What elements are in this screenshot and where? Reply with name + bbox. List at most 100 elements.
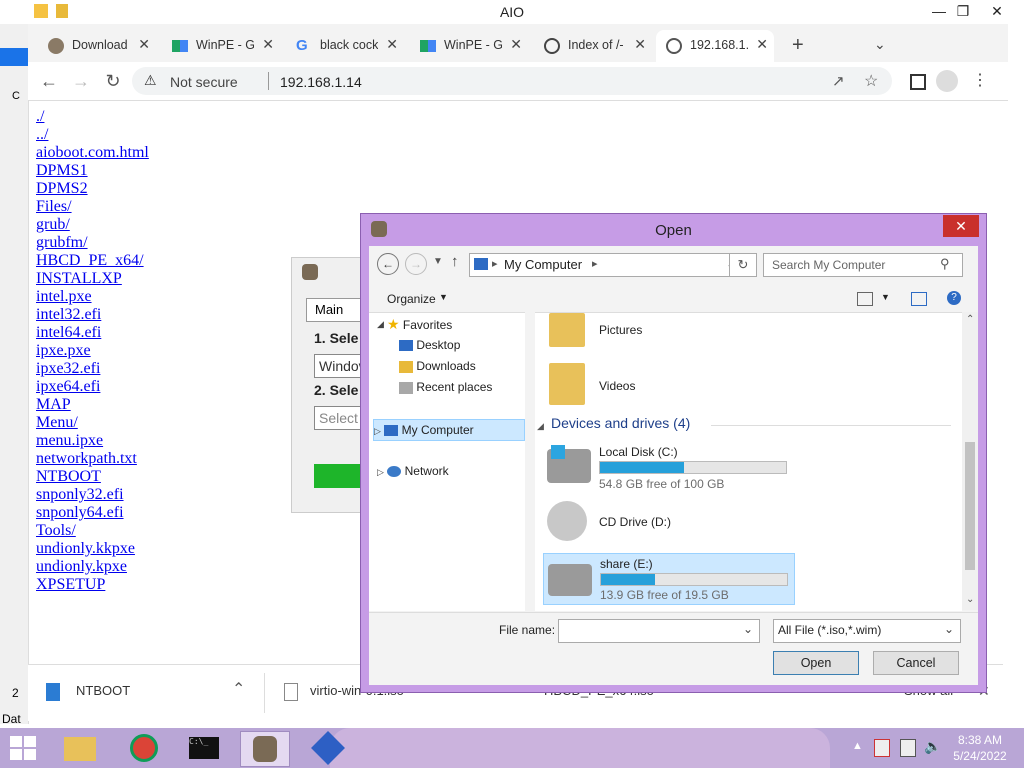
back-button[interactable]: ← (377, 253, 399, 275)
chevron-up-icon[interactable]: ▲ (852, 740, 863, 752)
share-icon[interactable]: ↗ (832, 72, 845, 90)
back-button[interactable]: ← (38, 70, 60, 92)
network-tray-icon[interactable] (900, 739, 916, 757)
profile-icon[interactable] (936, 70, 958, 92)
close-button[interactable]: ✕ (943, 215, 979, 237)
videos-folder-icon[interactable] (549, 363, 585, 405)
file-type-select[interactable]: All File (*.iso,*.wim) ⌄ (773, 619, 961, 643)
nav-favorites[interactable]: ★ Favorites (387, 314, 452, 334)
tab-active[interactable]: 192.168.1.1 ✕ (656, 30, 774, 62)
warning-icon[interactable]: ⚠ (144, 72, 157, 89)
start-button[interactable] (10, 736, 36, 760)
listing-link[interactable]: aioboot.com.html (36, 144, 149, 162)
chevron-up-icon[interactable]: ⌃ (232, 679, 245, 699)
listing-link[interactable]: undionly.kpxe (36, 558, 149, 576)
url-text[interactable]: 192.168.1.14 (280, 74, 362, 90)
forward-button[interactable]: → (70, 70, 92, 92)
cube-app-icon[interactable] (304, 731, 352, 765)
tab-download[interactable]: Download ✕ (38, 30, 156, 62)
listing-link[interactable]: DPMS1 (36, 162, 149, 180)
nav-network[interactable]: ▷ Network (377, 461, 449, 481)
cancel-button[interactable]: Cancel (873, 651, 959, 675)
listing-link[interactable]: snponly64.efi (36, 504, 149, 522)
pictures-folder-icon[interactable] (549, 313, 585, 347)
listing-link[interactable]: snponly32.efi (36, 486, 149, 504)
organize-button[interactable]: Organize (387, 292, 436, 306)
filename-input[interactable]: ⌄ (558, 619, 760, 643)
address-bar[interactable]: ⚠ Not secure 192.168.1.14 ↗ ☆ (132, 67, 892, 95)
download-item-ntboot[interactable]: NTBOOT (76, 683, 130, 698)
action-center-icon[interactable] (874, 739, 890, 757)
side-panel-icon[interactable] (910, 74, 926, 90)
listing-link[interactable]: ipxe32.efi (36, 360, 149, 378)
listing-link[interactable]: Files/ (36, 198, 149, 216)
new-tab-button[interactable]: + (792, 34, 804, 57)
breadcrumb-label[interactable]: My Computer (504, 257, 582, 272)
recent-dropdown-icon[interactable]: ▼ (433, 256, 443, 267)
chrome-icon[interactable] (120, 731, 168, 765)
tab-main[interactable]: Main (306, 298, 364, 322)
listing-link[interactable]: NTBOOT (36, 468, 149, 486)
close-icon[interactable]: ✕ (386, 36, 398, 53)
nav-recent-places[interactable]: Recent places (399, 377, 492, 397)
nav-downloads[interactable]: Downloads (399, 356, 476, 376)
listing-link[interactable]: networkpath.txt (36, 450, 149, 468)
open-button[interactable]: Open (773, 651, 859, 675)
listing-link[interactable]: INSTALLXP (36, 270, 149, 288)
close-icon[interactable]: ✕ (756, 36, 768, 53)
listing-link[interactable]: Menu/ (36, 414, 149, 432)
chevron-down-icon[interactable]: ⌄ (743, 622, 753, 636)
forward-button[interactable]: → (405, 253, 427, 275)
scroll-thumb[interactable] (965, 442, 975, 570)
listing-link[interactable]: HBCD_PE_x64/ (36, 252, 149, 270)
expand-icon[interactable]: ▷ (377, 467, 384, 477)
chevron-down-icon[interactable]: ⌄ (874, 36, 886, 53)
listing-link[interactable]: ipxe64.efi (36, 378, 149, 396)
restore-button[interactable]: ❐ (946, 0, 980, 22)
chevron-down-icon[interactable]: ▼ (881, 292, 890, 302)
collapse-icon[interactable]: ◢ (537, 421, 544, 432)
preview-pane-icon[interactable] (911, 292, 927, 306)
listing-link[interactable]: MAP (36, 396, 149, 414)
star-icon[interactable]: ☆ (864, 71, 878, 91)
listing-link[interactable]: Tools/ (36, 522, 149, 540)
refresh-button[interactable]: ↻ (729, 253, 757, 277)
menu-icon[interactable]: ⋮ (972, 70, 988, 92)
listing-link[interactable]: DPMS2 (36, 180, 149, 198)
close-icon[interactable]: ✕ (510, 36, 522, 53)
tab-search[interactable]: G black cock ✕ (286, 30, 404, 62)
close-icon[interactable]: ✕ (634, 36, 646, 53)
close-button[interactable]: ✕ (980, 0, 1014, 22)
listing-link[interactable]: intel32.efi (36, 306, 149, 324)
listing-link[interactable]: ../ (36, 126, 149, 144)
folder-pictures[interactable]: Pictures (599, 323, 642, 337)
listing-link[interactable]: grubfm/ (36, 234, 149, 252)
listing-link[interactable]: ipxe.pxe (36, 342, 149, 360)
listing-link[interactable]: ./ (36, 108, 149, 126)
tab-winpe-1[interactable]: WinPE - Gc ✕ (162, 30, 280, 62)
expand-icon[interactable]: ▷ (374, 426, 381, 436)
nav-desktop[interactable]: Desktop (399, 335, 460, 355)
chevron-down-icon[interactable]: ⌄ (944, 622, 954, 636)
search-input[interactable]: Search My Computer ⚲ (763, 253, 963, 277)
scroll-up-icon[interactable]: ⌃ (966, 314, 974, 325)
up-button[interactable]: ↑ (451, 253, 459, 270)
command-prompt-icon[interactable]: C:\_ (180, 731, 228, 765)
close-icon[interactable]: ✕ (138, 36, 150, 53)
vertical-scrollbar[interactable]: ⌃ ⌄ (962, 312, 978, 610)
tab-index[interactable]: Index of /- ✕ (534, 30, 652, 62)
tab-winpe-2[interactable]: WinPE - Gc ✕ (410, 30, 528, 62)
breadcrumb[interactable]: ▸ My Computer ▸ ⌄ (469, 253, 749, 277)
folder-videos[interactable]: Videos (599, 379, 635, 393)
scroll-down-icon[interactable]: ⌄ (966, 594, 974, 605)
expand-icon[interactable]: ◢ (377, 319, 384, 330)
listing-link[interactable]: intel64.efi (36, 324, 149, 342)
help-icon[interactable]: ? (947, 291, 961, 305)
drive-d[interactable]: CD Drive (D:) (543, 499, 925, 545)
aio-app-icon[interactable] (240, 731, 290, 767)
reload-button[interactable]: ↻ (102, 70, 124, 92)
system-clock[interactable]: 8:38 AM 5/24/2022 (940, 732, 1020, 764)
drive-e[interactable]: share (E:) 13.9 GB free of 19.5 GB (543, 553, 795, 605)
listing-link[interactable]: grub/ (36, 216, 149, 234)
close-icon[interactable]: ✕ (262, 36, 274, 53)
